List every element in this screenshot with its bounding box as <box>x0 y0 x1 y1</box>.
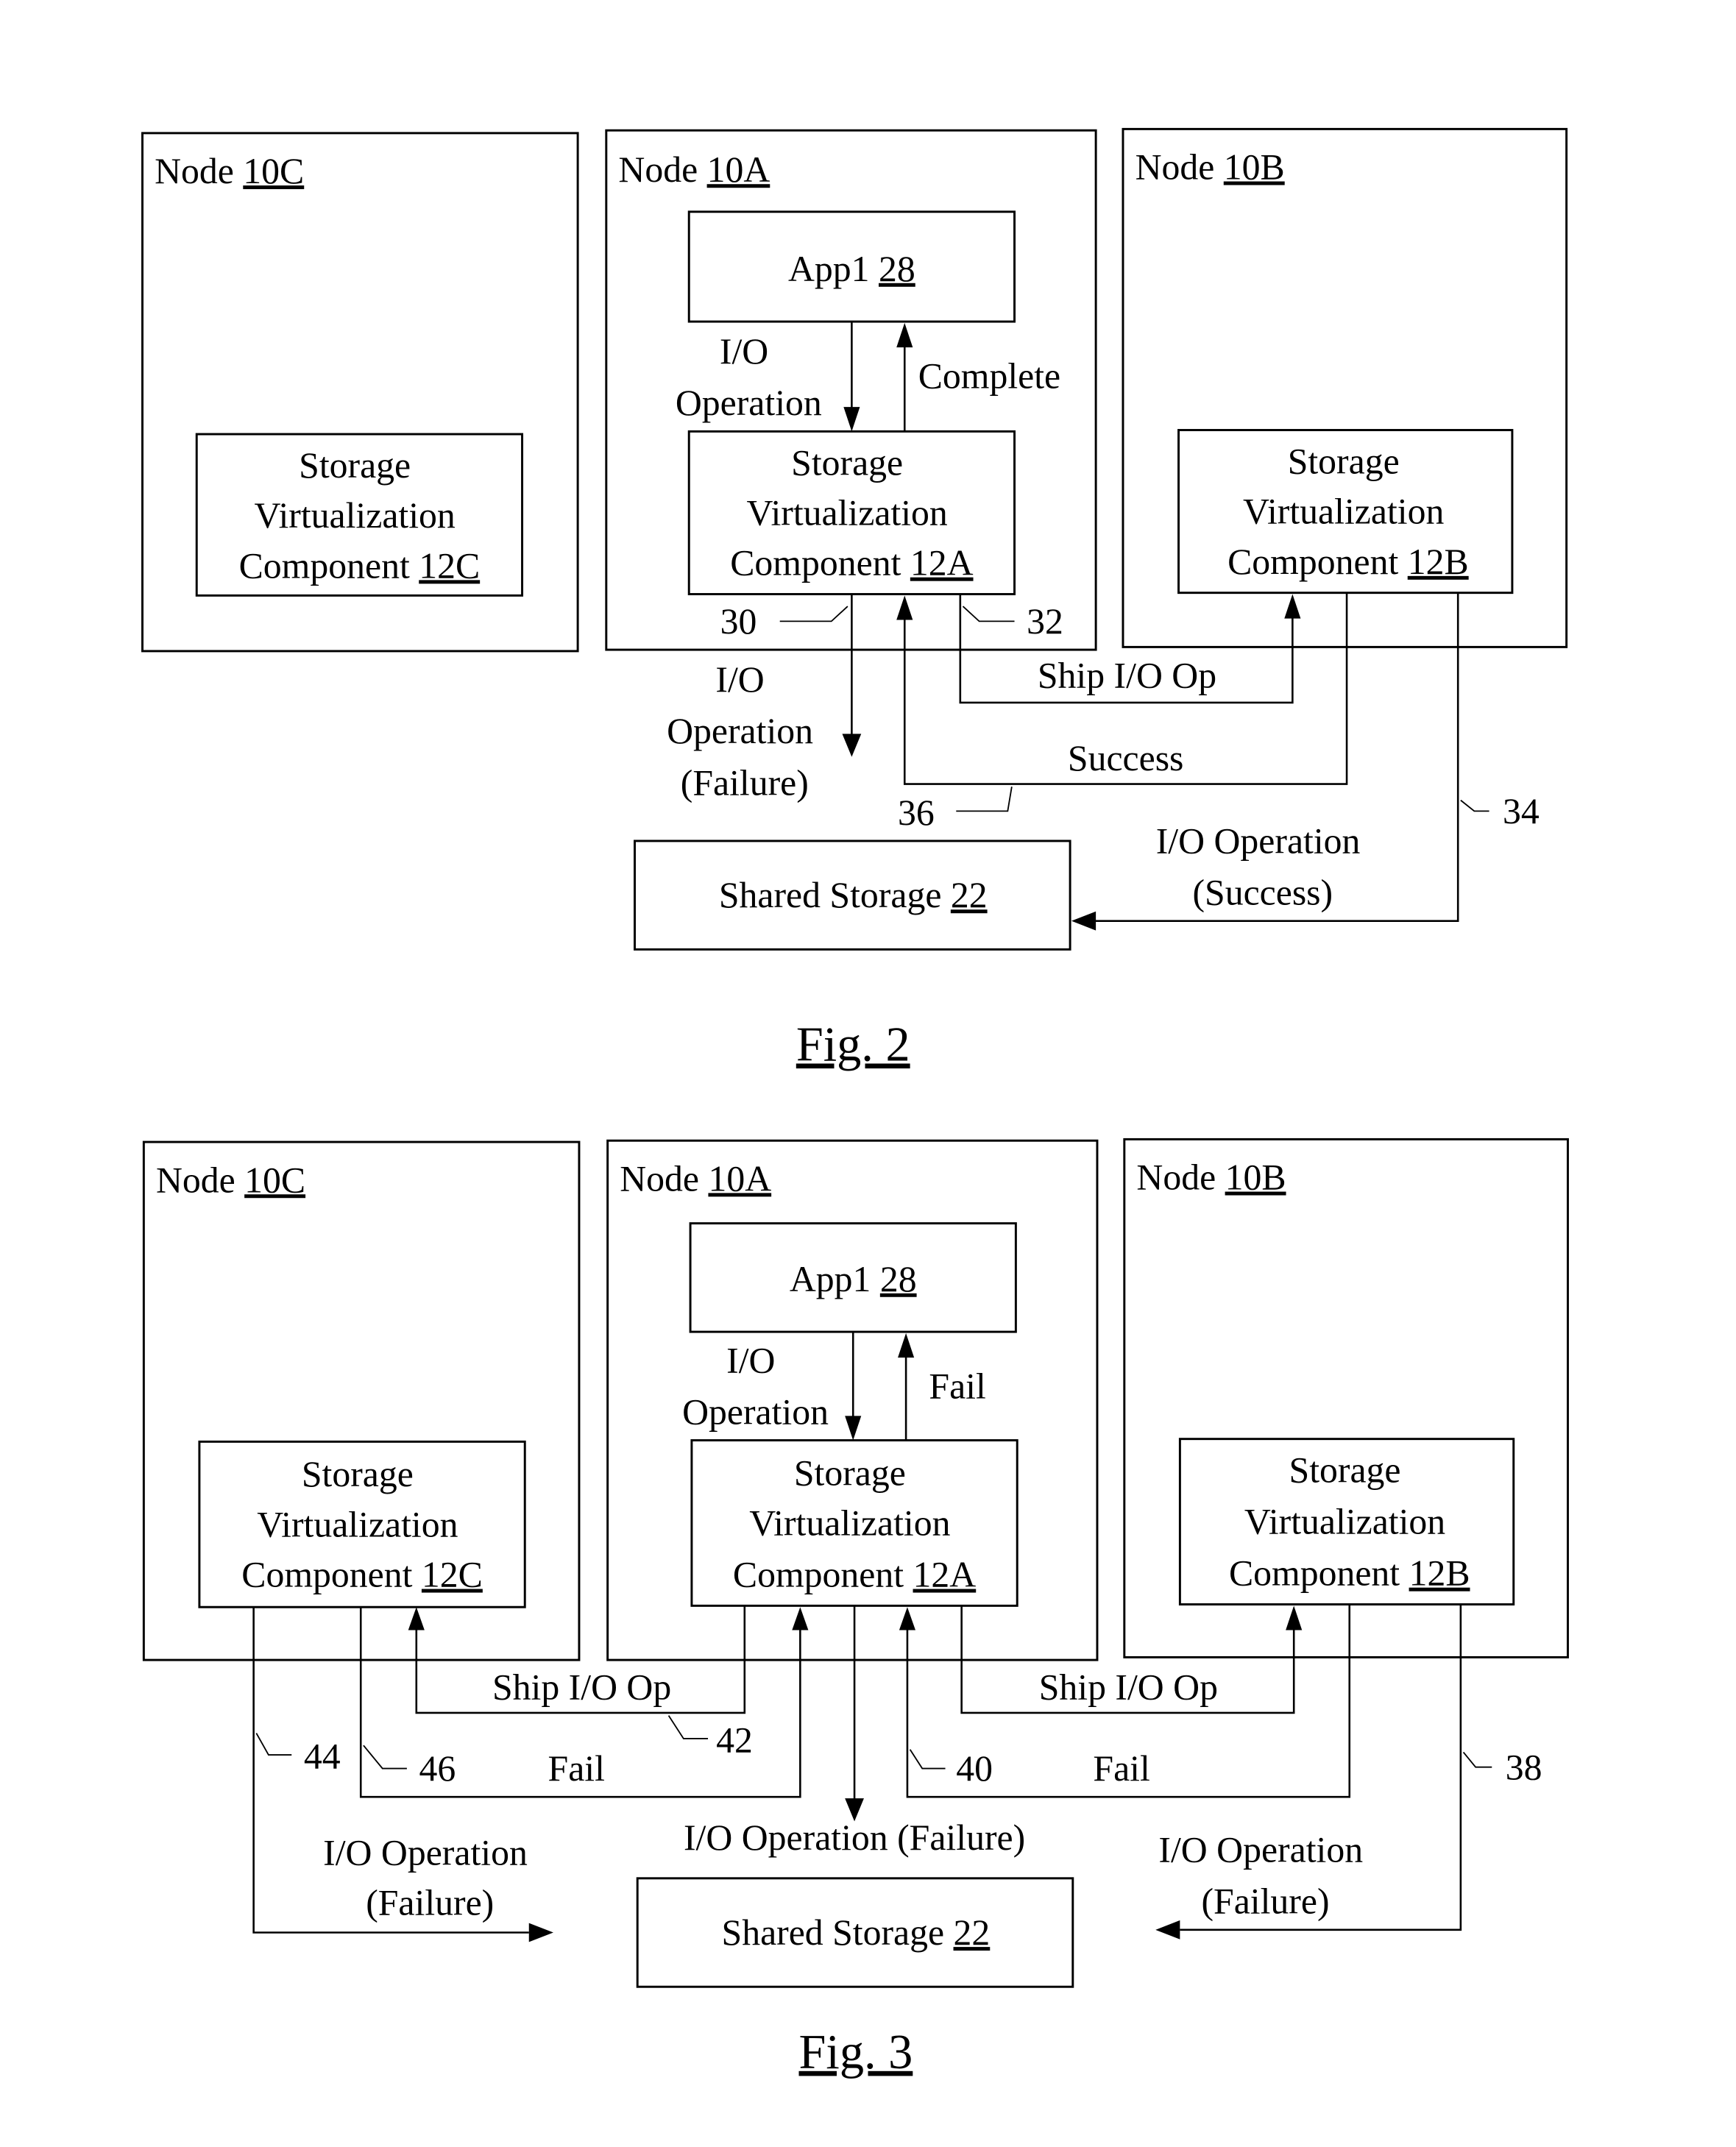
fail-label: Fail <box>929 1366 985 1406</box>
ref-32: 32 <box>1027 601 1063 642</box>
success-label: Success <box>1068 738 1184 778</box>
app1-label: App1 28 <box>790 1259 917 1299</box>
svc-12a-label: Storage Virtualization Component 12A <box>730 442 973 583</box>
io-op-label: I/O Operation <box>676 331 822 423</box>
arrowhead-left <box>1155 1920 1180 1940</box>
complete-label: Complete <box>918 355 1060 396</box>
leader-30 <box>779 606 848 622</box>
fail-right-label: Fail <box>1093 1748 1149 1789</box>
figure-3-caption: Fig. 3 <box>799 2026 913 2079</box>
io-op-label: I/O Operation <box>682 1340 829 1432</box>
node-10a-label: Node 10A <box>620 1158 771 1199</box>
ref-44: 44 <box>304 1736 341 1777</box>
ref-46: 46 <box>419 1748 456 1789</box>
svc-12a-label: Storage Virtualization Component 12A <box>733 1452 976 1594</box>
node-10b-label: Node 10B <box>1136 1157 1286 1198</box>
ship-io-label: Ship I/O Op <box>1038 656 1216 696</box>
ref-40: 40 <box>956 1748 993 1789</box>
fail-left-label: Fail <box>548 1748 605 1789</box>
figure-2-caption: Fig. 2 <box>796 1018 910 1071</box>
arrowhead-down <box>843 407 860 432</box>
patent-figures: Node 10C Storage Virtualization Componen… <box>141 127 1569 2079</box>
arrowhead-up <box>1284 594 1301 619</box>
ref-42: 42 <box>716 1720 753 1760</box>
node-10b-label: Node 10B <box>1136 147 1285 188</box>
leader-42 <box>667 1715 709 1739</box>
arrowhead-down <box>845 1416 862 1441</box>
figure-2: Node 10C Storage Virtualization Componen… <box>141 127 1568 1071</box>
svc-12b-label: Storage Virtualization Component 12B <box>1229 1450 1470 1594</box>
arrowhead-up <box>899 1607 916 1630</box>
arrowhead-up <box>898 1332 915 1358</box>
node-10a-label: Node 10A <box>618 149 770 190</box>
arrowhead-up <box>792 1607 809 1630</box>
arrowhead-down <box>842 734 862 757</box>
leader-32 <box>962 606 1015 622</box>
ref-38: 38 <box>1506 1747 1542 1787</box>
leader-46 <box>363 1745 407 1770</box>
svc-12c-label: Storage Virtualization Component 12C <box>241 1454 483 1594</box>
figure-3: Node 10C Storage Virtualization Componen… <box>142 1138 1569 2079</box>
shared-storage-label: Shared Storage 22 <box>722 1912 991 1953</box>
arrowhead-up <box>896 595 913 620</box>
leader-44 <box>255 1733 292 1756</box>
arrowhead-up <box>1286 1605 1303 1630</box>
io-fail-right-label: I/O Operation (Failure) <box>1158 1830 1372 1922</box>
ref-36: 36 <box>898 792 935 833</box>
leader-38 <box>1462 1751 1492 1768</box>
io-fail-center-label: I/O Operation (Failure) <box>684 1817 1025 1858</box>
io-fail-label: I/O Operation (Failure) <box>667 659 822 803</box>
ship-io-right-label: Ship I/O Op <box>1039 1667 1218 1708</box>
arrowhead-right <box>528 1923 553 1942</box>
ref-30: 30 <box>720 601 757 642</box>
node-10c-label: Node 10C <box>155 151 304 191</box>
arrowhead-up <box>896 322 913 348</box>
leader-34 <box>1460 799 1489 812</box>
arrowhead-left <box>1071 911 1096 931</box>
ref-34: 34 <box>1503 791 1540 831</box>
io-fail-left-label: I/O Operation (Failure) <box>323 1832 536 1923</box>
svc-12b-label: Storage Virtualization Component 12B <box>1227 441 1469 581</box>
svc-12c-label: Storage Virtualization Component 12C <box>239 445 481 586</box>
ship-io-left-label: Ship I/O Op <box>492 1667 671 1708</box>
node-10c-label: Node 10C <box>156 1160 305 1200</box>
io-success-label: I/O Operation (Success) <box>1156 821 1370 913</box>
shared-storage-label: Shared Storage 22 <box>719 875 988 915</box>
leader-36 <box>956 787 1013 812</box>
arrowhead-up <box>408 1607 425 1630</box>
app1-label: App1 28 <box>788 249 915 289</box>
leader-40 <box>909 1749 946 1770</box>
